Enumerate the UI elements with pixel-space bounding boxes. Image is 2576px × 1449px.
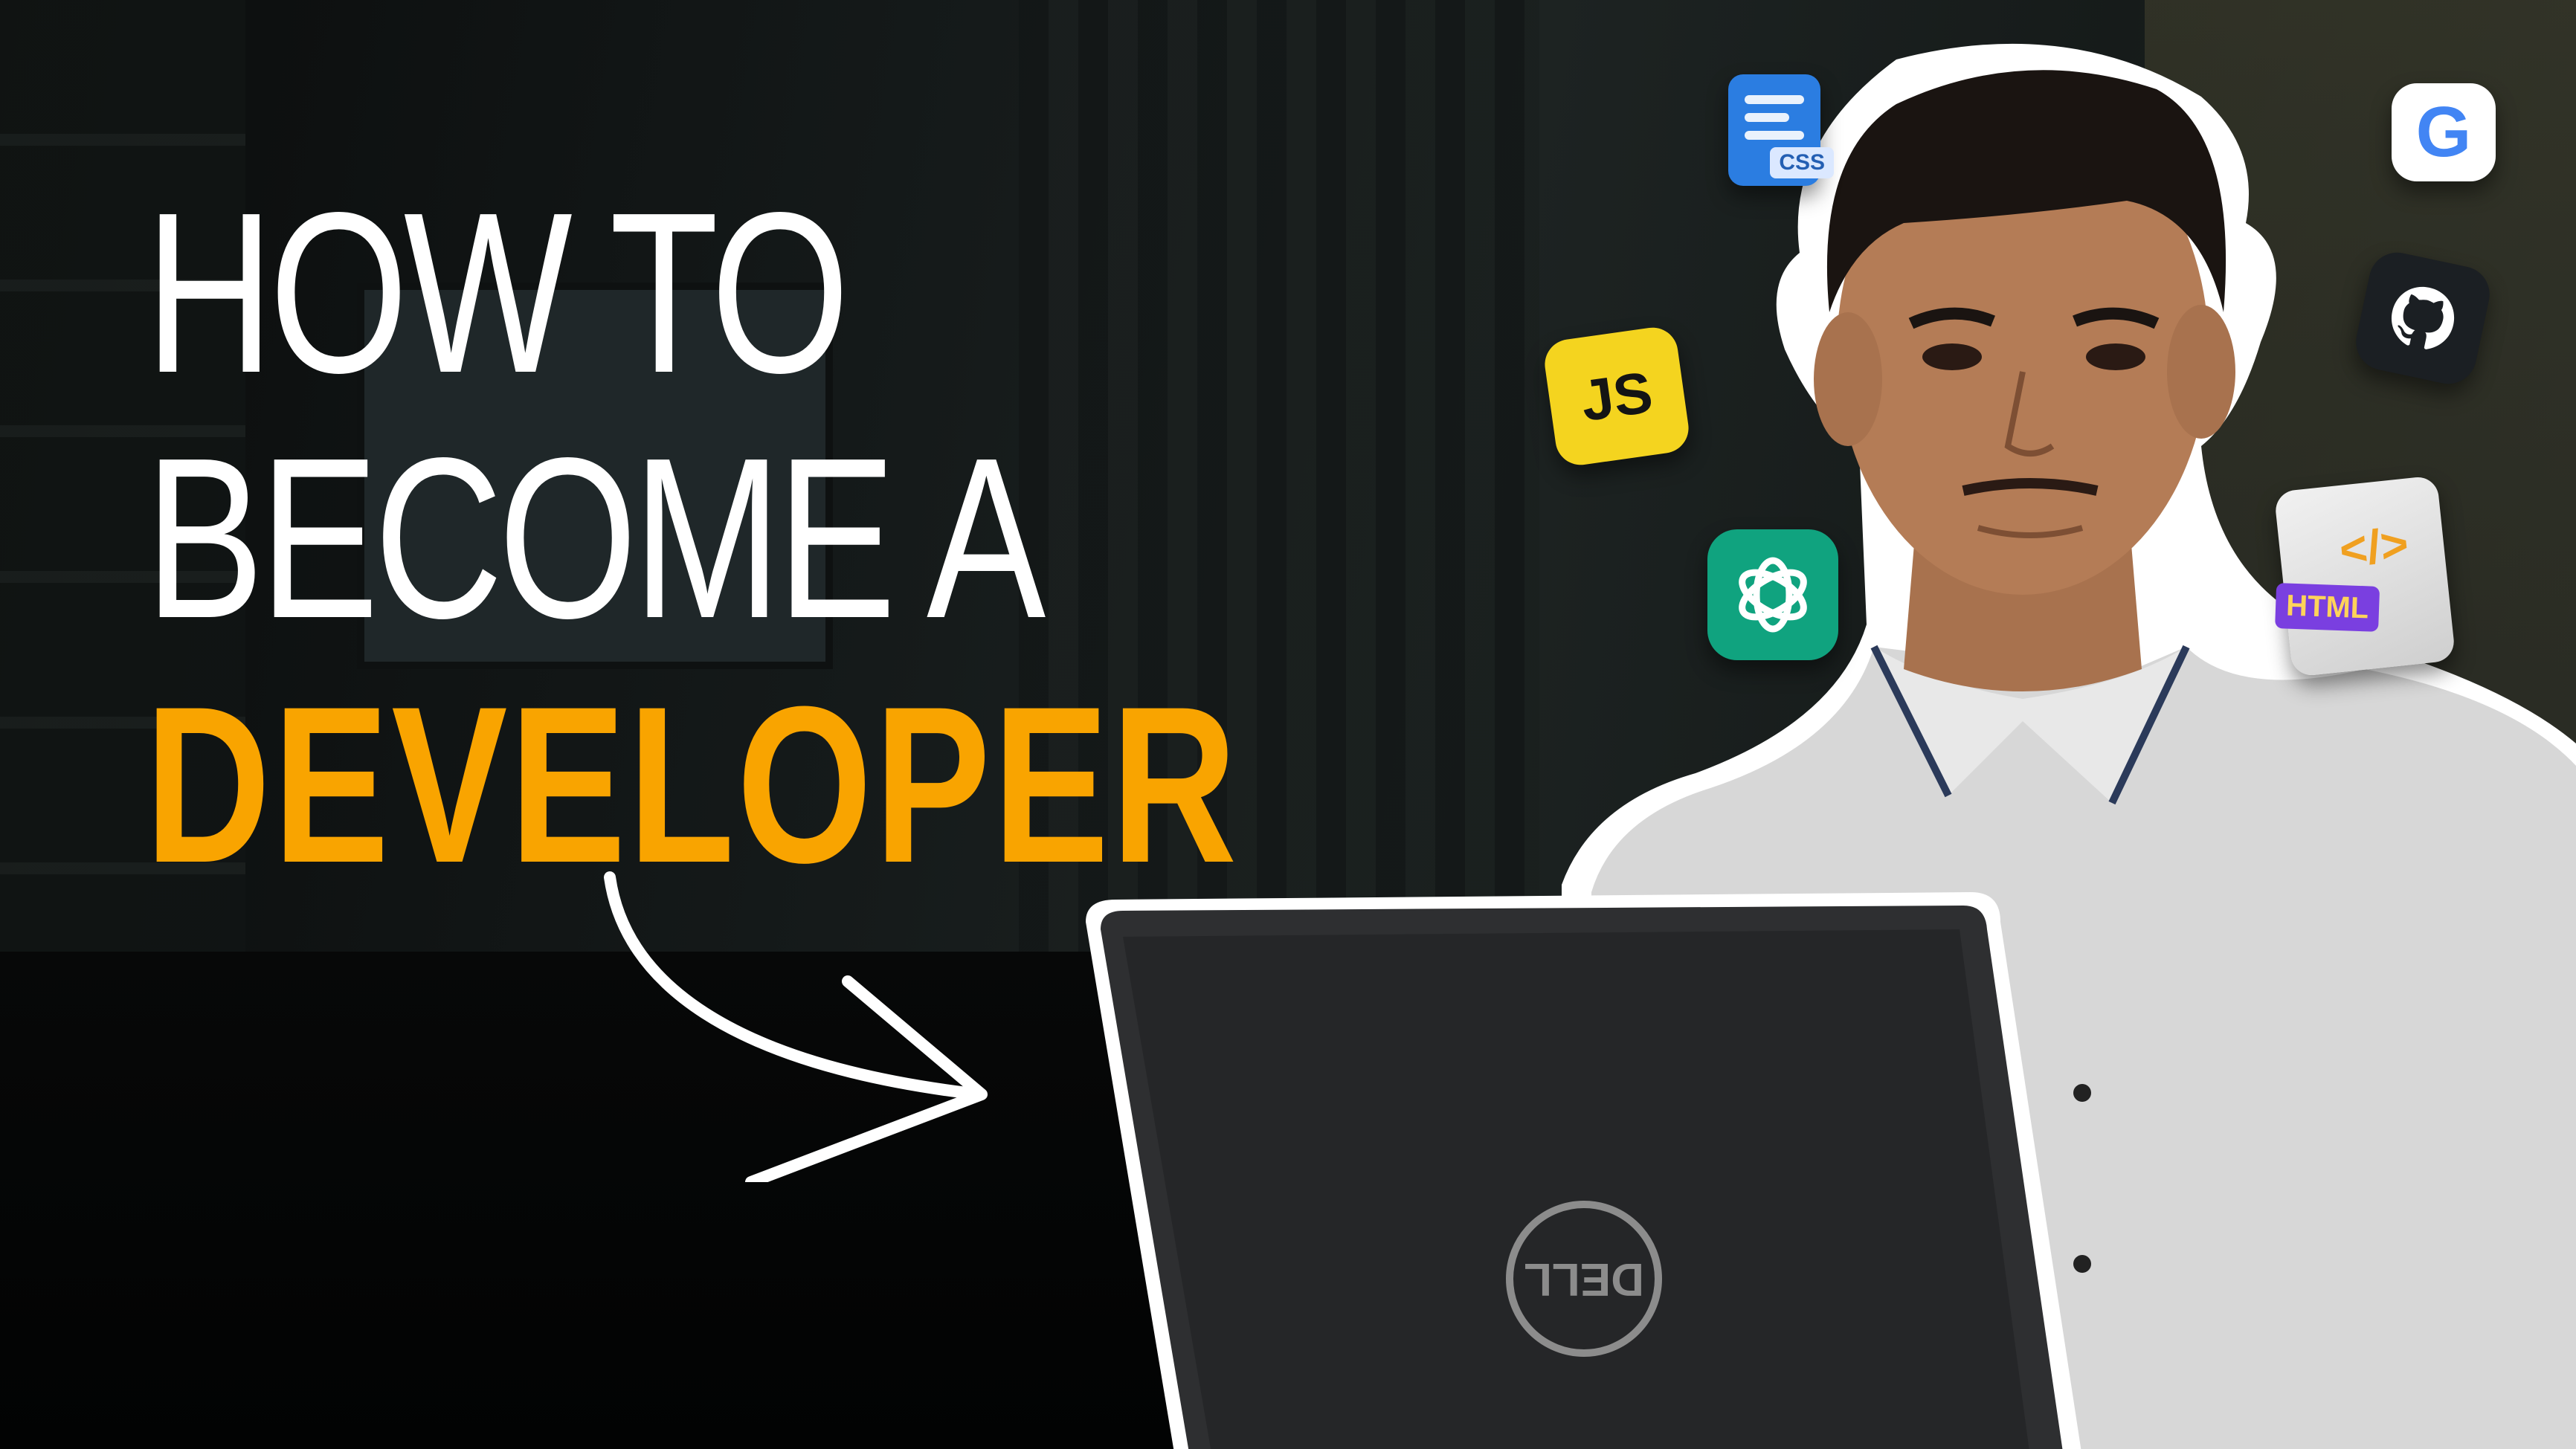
css-bar [1745, 113, 1789, 122]
css-tag: CSS [1770, 147, 1834, 178]
chatgpt-icon [1707, 529, 1838, 660]
headline-line-1: HOW TO [145, 165, 850, 421]
html-code-symbol: </> [2337, 516, 2411, 578]
chatgpt-knot-icon [1739, 557, 1807, 633]
curved-arrow-icon [604, 871, 988, 1182]
css-bar [1745, 95, 1804, 104]
css-file-icon: CSS [1728, 74, 1834, 186]
javascript-label: JS [1577, 358, 1657, 433]
github-icon [2351, 247, 2495, 390]
laptop-lid: DELL [1086, 892, 2081, 1449]
laptop-logo: DELL [1524, 1253, 1644, 1305]
github-octocat-icon [2392, 286, 2455, 349]
headline-line-3: DEVELOPER [145, 659, 1240, 909]
javascript-icon: JS [1542, 324, 1692, 468]
thumbnail-canvas: HOW TO BECOME A DEVELOPER DELL CSS JS G … [0, 0, 2576, 1449]
google-icon: G [2392, 83, 2496, 181]
html-tag: HTML [2275, 583, 2380, 632]
html-file-icon: </> HTML [2273, 475, 2456, 677]
headline-line-2: BECOME A [145, 410, 1046, 666]
css-bar [1745, 131, 1804, 140]
google-letter: G [2415, 92, 2472, 172]
